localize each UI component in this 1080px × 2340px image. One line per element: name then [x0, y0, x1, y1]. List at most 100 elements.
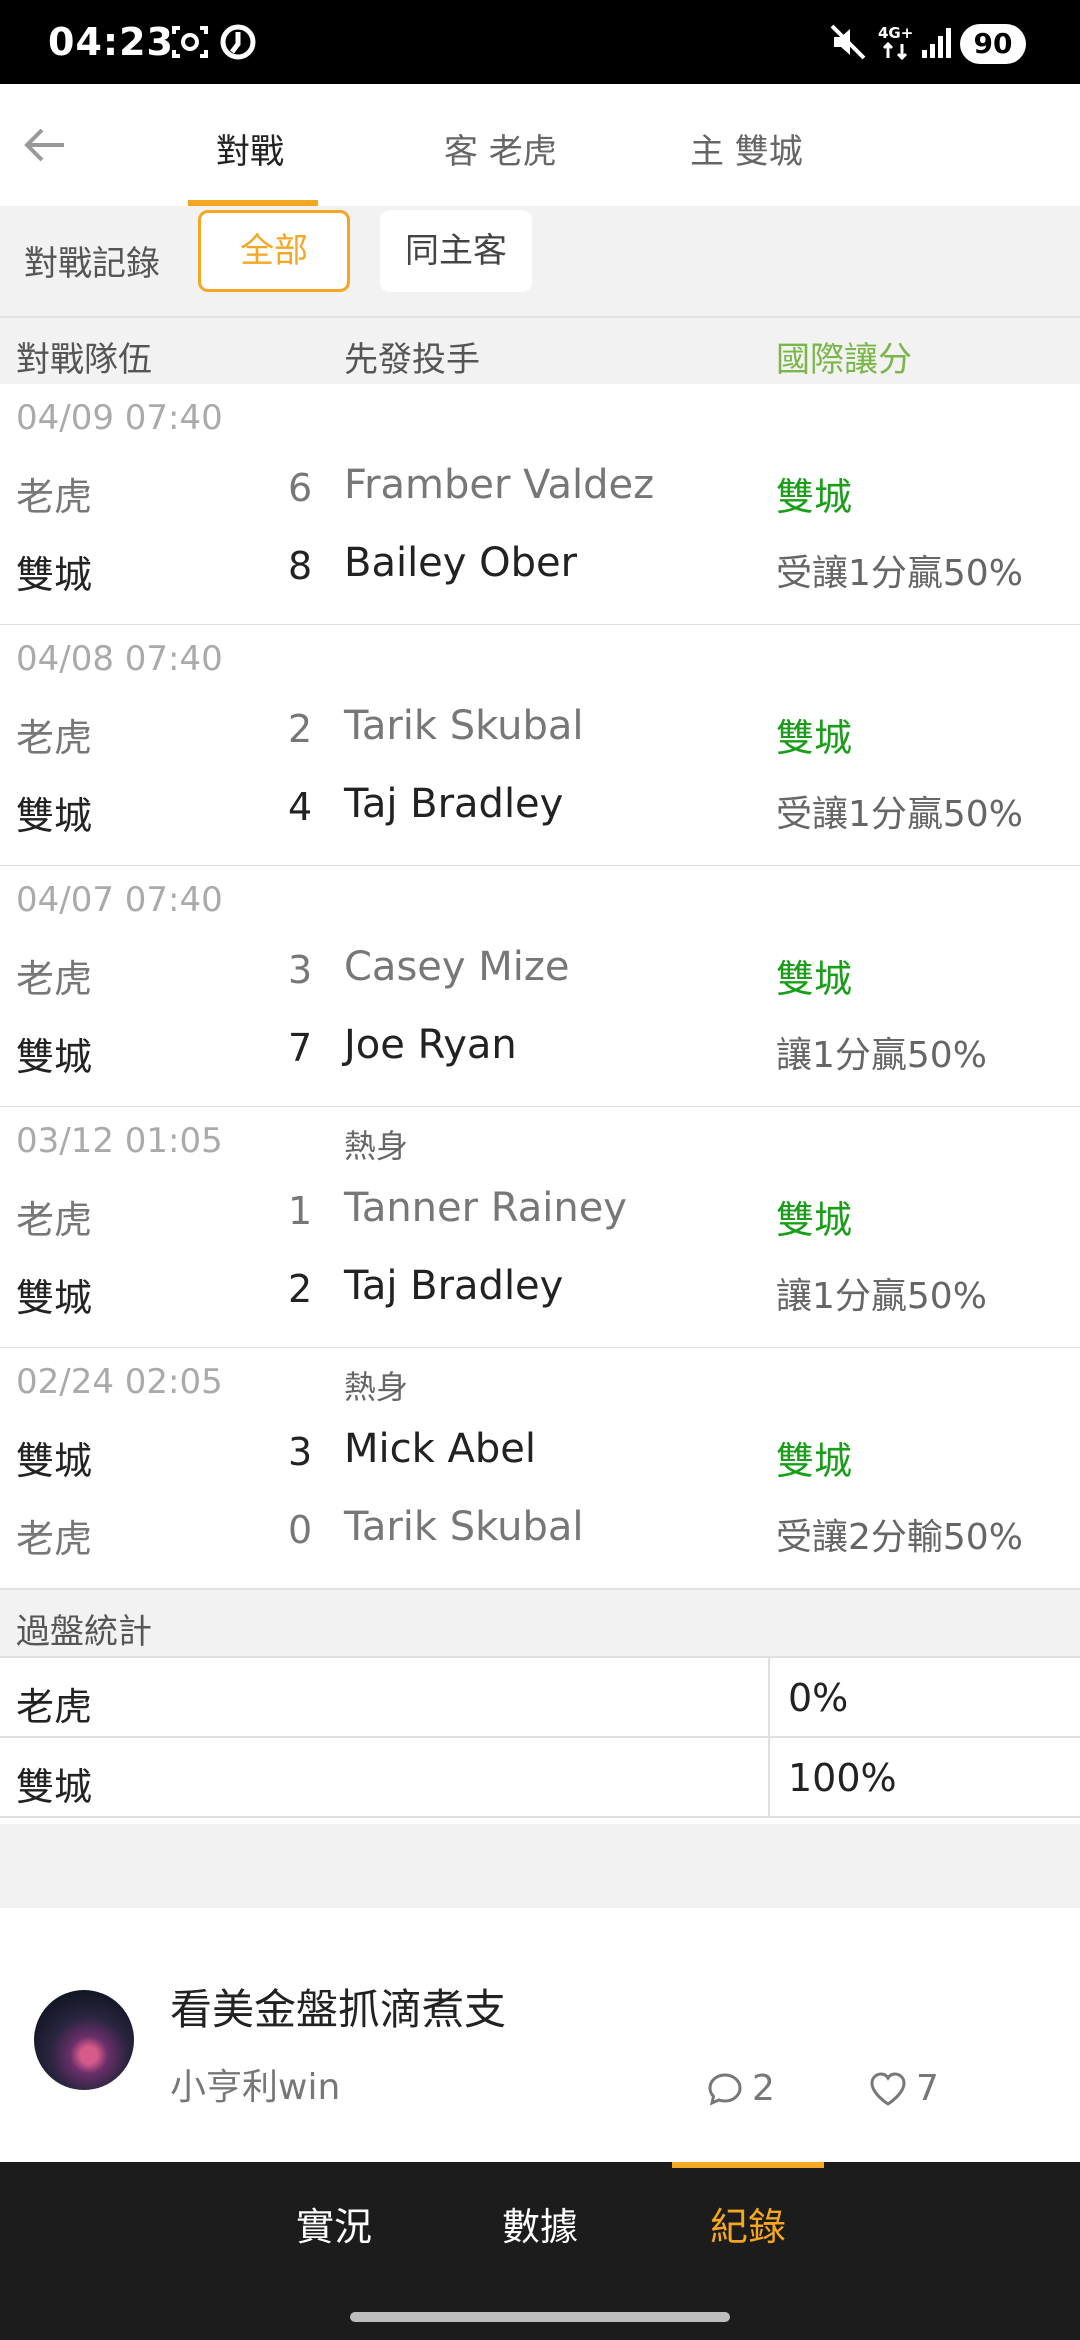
comment-count: 2: [752, 2068, 775, 2109]
home-pitcher: Taj Bradley: [344, 781, 564, 827]
away-team: 老虎: [16, 957, 93, 1001]
handicap-winner: 雙城: [776, 475, 853, 519]
home-team: 雙城: [16, 794, 93, 838]
home-team: 雙城: [16, 553, 93, 597]
away-pitcher: Casey Mize: [344, 944, 570, 990]
like-count: 7: [916, 2068, 939, 2109]
handicap-winner: 雙城: [776, 957, 853, 1001]
filter-same-venue-button[interactable]: 同主客: [380, 210, 532, 292]
nav-records[interactable]: 紀錄: [710, 2196, 786, 2251]
away-score: 6: [288, 466, 313, 510]
battery-indicator: 90: [960, 24, 1026, 64]
stat-percentage: 0%: [788, 1676, 849, 1720]
stat-row: 老虎 0%: [0, 1658, 1080, 1738]
winning-pitcher: Mick Abel: [344, 1426, 536, 1472]
column-pitchers: 先發投手: [344, 340, 480, 380]
comment-count-button[interactable]: 2: [706, 2068, 775, 2109]
winning-score: 3: [288, 1430, 313, 1474]
comment-icon: [708, 2072, 742, 2106]
handicap-result: 受讓1分贏50%: [776, 794, 1023, 835]
match-date: 04/07 07:40: [16, 880, 223, 920]
nav-data[interactable]: 數據: [502, 2196, 578, 2251]
mute-icon: [830, 24, 866, 60]
match-date: 04/09 07:40: [16, 398, 223, 438]
away-score: 2: [288, 707, 313, 751]
preseason-tag: 熱身: [344, 1368, 409, 1406]
status-bar: 04:23 4G+ 90: [0, 0, 1080, 84]
screenshot-icon: [172, 26, 208, 58]
handicap-result: 受讓2分輸50%: [776, 1517, 1023, 1558]
handicap-winner: 雙城: [776, 1198, 853, 1242]
back-arrow-icon[interactable]: [20, 120, 70, 170]
tab-versus[interactable]: 對戰: [216, 124, 284, 173]
post-author[interactable]: 小亨利win: [170, 2058, 340, 2110]
svg-text:4G+: 4G+: [878, 24, 913, 42]
bottom-navigation: 實況 數據 紀錄: [0, 2162, 1080, 2340]
home-team: 雙城: [16, 1035, 93, 1079]
home-pitcher: Bailey Ober: [344, 540, 578, 586]
match-row[interactable]: 03/12 01:05 熱身 老虎 1 Tanner Rainey 雙城 雙城 …: [0, 1107, 1080, 1350]
match-date: 02/24 02:05: [16, 1362, 223, 1402]
handicap-result: 讓1分贏50%: [776, 1276, 987, 1317]
column-divider: [768, 1738, 770, 1816]
match-row[interactable]: 04/07 07:40 老虎 3 Casey Mize 雙城 雙城 7 Joe …: [0, 866, 1080, 1109]
handicap-winner: 雙城: [776, 716, 853, 760]
home-score: 4: [288, 785, 313, 829]
away-pitcher: Framber Valdez: [344, 462, 655, 508]
away-team: 老虎: [16, 716, 93, 760]
filter-bar: 對戰記錄 全部 同主客: [0, 206, 1080, 316]
away-pitcher: Tanner Rainey: [344, 1185, 627, 1231]
match-date: 04/08 07:40: [16, 639, 223, 679]
cover-stats-header: 過盤統計: [0, 1590, 1080, 1658]
home-score: 2: [288, 1267, 313, 1311]
home-team: 雙城: [16, 1276, 93, 1320]
avatar[interactable]: [34, 1990, 134, 2090]
handicap-winner: 雙城: [776, 1439, 853, 1483]
active-nav-indicator: [672, 2162, 824, 2168]
nav-live[interactable]: 實況: [296, 2196, 372, 2251]
winning-team: 雙城: [16, 1439, 93, 1483]
column-header: 對戰隊伍 先發投手 國際讓分: [0, 316, 1080, 386]
column-divider: [768, 1658, 770, 1736]
handicap-result: 讓1分贏50%: [776, 1035, 987, 1076]
away-score: 3: [288, 948, 313, 992]
tab-away-team[interactable]: 客 老虎: [444, 124, 557, 173]
signal-icon: [922, 28, 951, 58]
home-pitcher: Joe Ryan: [344, 1022, 517, 1068]
losing-score: 0: [288, 1508, 313, 1552]
match-date: 03/12 01:05: [16, 1121, 223, 1161]
network-4g-icon: 4G+: [878, 24, 913, 61]
stat-row: 雙城 100%: [0, 1738, 1080, 1818]
match-row[interactable]: 04/09 07:40 老虎 6 Framber Valdez 雙城 雙城 8 …: [0, 384, 1080, 627]
location-app-icon: [220, 24, 256, 60]
match-row[interactable]: 02/24 02:05 熱身 雙城 3 Mick Abel 雙城 老虎 0 Ta…: [0, 1348, 1080, 1591]
like-button[interactable]: 7: [868, 2068, 939, 2109]
tab-home-team[interactable]: 主 雙城: [690, 124, 803, 173]
filter-all-button[interactable]: 全部: [198, 210, 350, 292]
home-indicator[interactable]: [350, 2312, 730, 2322]
column-handicap: 國際讓分: [776, 340, 912, 380]
filter-label: 對戰記錄: [24, 244, 160, 284]
community-post-card[interactable]: 看美金盤抓滴煮支 小亨利win 2 7: [0, 1908, 1080, 2162]
handicap-result: 受讓1分贏50%: [776, 553, 1023, 594]
stat-percentage: 100%: [788, 1756, 897, 1800]
losing-team: 老虎: [16, 1517, 93, 1561]
preseason-tag: 熱身: [344, 1127, 409, 1165]
away-team: 老虎: [16, 1198, 93, 1242]
stat-team: 老虎: [16, 1685, 93, 1729]
away-team: 老虎: [16, 475, 93, 519]
match-header: 對戰 客 老虎 主 雙城: [0, 84, 1080, 208]
home-score: 8: [288, 544, 313, 588]
status-time: 04:23: [48, 20, 174, 64]
cover-stats-title: 過盤統計: [16, 1612, 152, 1652]
losing-pitcher: Tarik Skubal: [344, 1504, 584, 1550]
stat-team: 雙城: [16, 1765, 93, 1809]
away-score: 1: [288, 1189, 313, 1233]
section-gap: [0, 1824, 1080, 1908]
home-score: 7: [288, 1026, 313, 1070]
match-row[interactable]: 04/08 07:40 老虎 2 Tarik Skubal 雙城 雙城 4 Ta…: [0, 625, 1080, 868]
heart-icon: [870, 2071, 906, 2106]
home-pitcher: Taj Bradley: [344, 1263, 564, 1309]
away-pitcher: Tarik Skubal: [344, 703, 584, 749]
post-title[interactable]: 看美金盤抓滴煮支: [170, 1976, 506, 2037]
